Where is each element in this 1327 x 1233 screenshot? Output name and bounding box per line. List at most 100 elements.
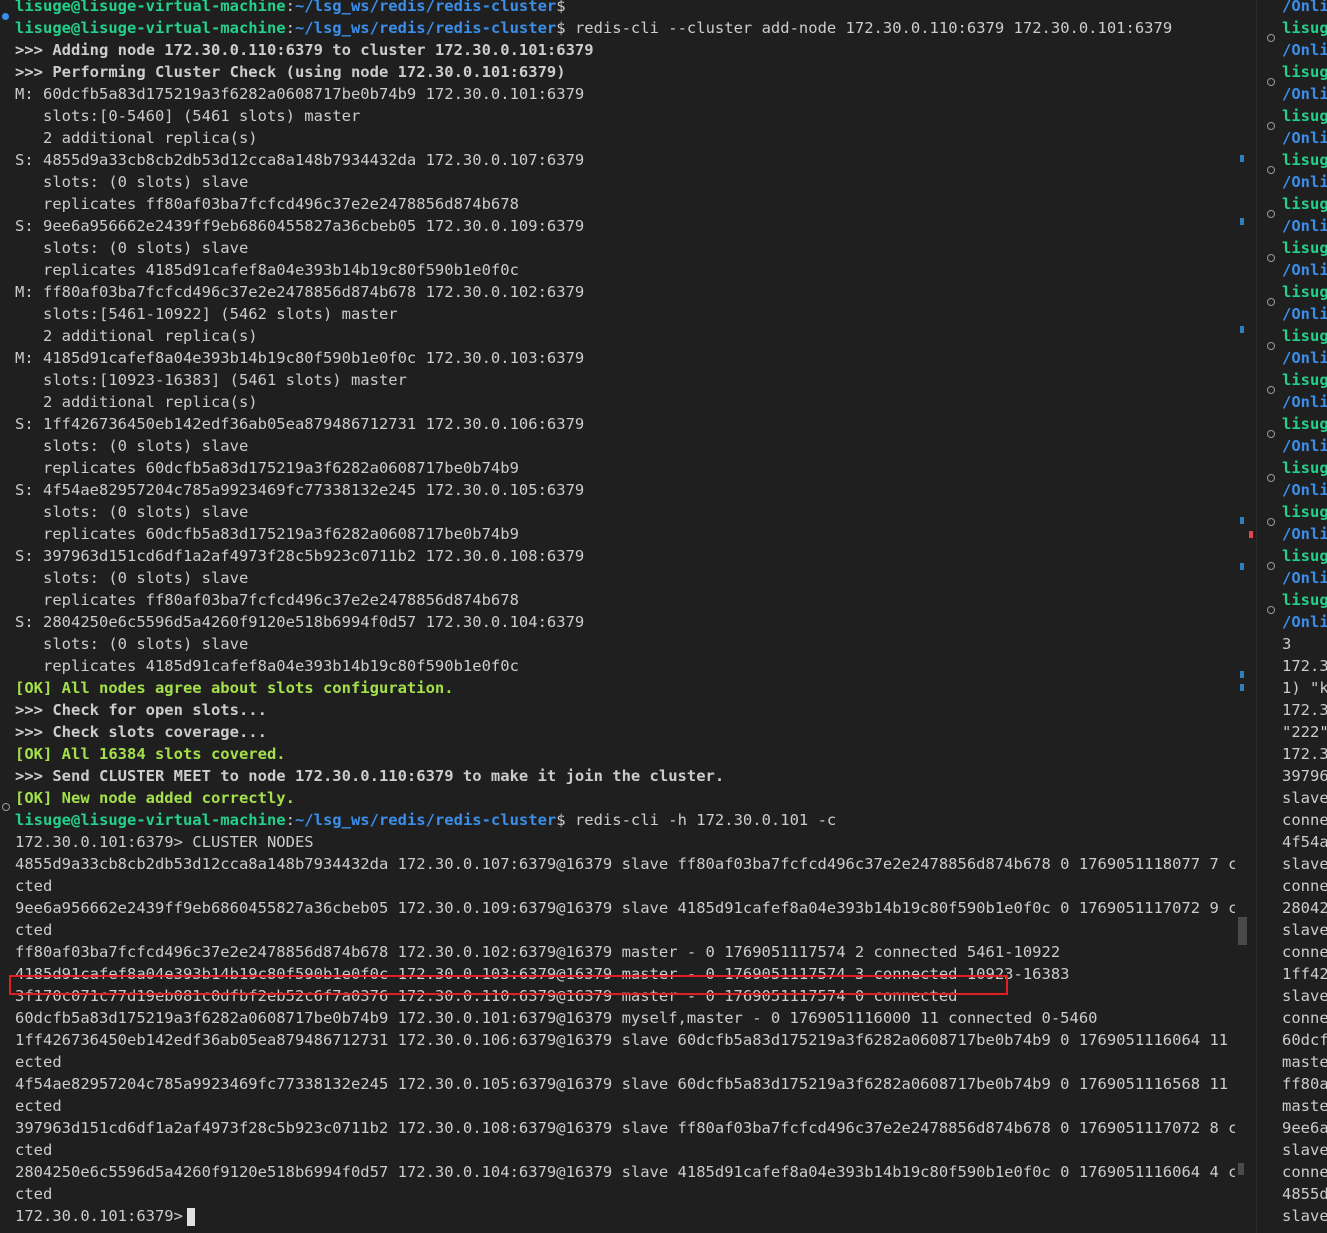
right-pane-line: /Onli bbox=[1282, 569, 1327, 587]
right-pane-line: 9ee6a bbox=[1282, 1119, 1327, 1137]
right-pane-line: /Onli bbox=[1282, 525, 1327, 543]
cluster-check-line: replicates 60dcfb5a83d175219a3f6282a0608… bbox=[15, 525, 519, 543]
right-pane-line: lisug bbox=[1282, 283, 1327, 301]
right-pane-line: 172.3 bbox=[1282, 657, 1327, 675]
right-pane-line: /Onli bbox=[1282, 305, 1327, 323]
cluster-node-row: 4855d9a33cb8cb2db53d12cca8a148b7934432da… bbox=[15, 855, 1235, 873]
scrollbar-thumb[interactable] bbox=[1238, 917, 1247, 945]
right-pane-line: slave bbox=[1282, 921, 1327, 939]
terminal-cursor bbox=[186, 1207, 195, 1226]
command-status-icon[interactable] bbox=[1267, 298, 1275, 306]
terminal-line: >>> Check for open slots... bbox=[15, 701, 267, 719]
command-success-icon[interactable] bbox=[2, 13, 9, 20]
right-pane-line: /Onli bbox=[1282, 261, 1327, 279]
terminal-right-pane[interactable]: /Onli lisug/Onli lisug/Onli lisug/Onli lisug… bbox=[1256, 0, 1327, 1233]
right-pane-line: ff80a bbox=[1282, 1075, 1327, 1093]
cluster-check-line: slots: (0 slots) slave bbox=[15, 635, 249, 653]
right-pane-line: lisug bbox=[1282, 371, 1327, 389]
command-status-icon[interactable] bbox=[1267, 474, 1275, 482]
right-pane-line: slave bbox=[1282, 987, 1327, 1005]
right-pane-line: lisug bbox=[1282, 19, 1327, 37]
cluster-node-row: cted bbox=[15, 1185, 53, 1203]
command-status-icon[interactable] bbox=[1267, 254, 1275, 262]
scroll-marker bbox=[1240, 326, 1244, 333]
right-pane-line: lisug bbox=[1282, 591, 1327, 609]
right-pane-line: /Onli bbox=[1282, 217, 1327, 235]
right-pane-line: /Onli bbox=[1282, 481, 1327, 499]
right-pane-line: 1ff42 bbox=[1282, 965, 1327, 983]
scrollbar-thumb-small[interactable] bbox=[1238, 1163, 1244, 1175]
terminal-line: >>> Check slots coverage... bbox=[15, 723, 267, 741]
right-pane-line: 172.3 bbox=[1282, 745, 1327, 763]
cluster-check-line: S: 9ee6a956662e2439ff9eb6860455827a36cbe… bbox=[15, 217, 585, 235]
right-pane-line: /Onli bbox=[1282, 349, 1327, 367]
command-status-icon[interactable] bbox=[2, 803, 10, 811]
command-status-icon[interactable] bbox=[1267, 518, 1275, 526]
terminal-left-pane[interactable]: lisuge@lisuge-virtual-machine:~/lsg_ws/r… bbox=[0, 0, 1238, 1233]
right-pane-line: lisug bbox=[1282, 327, 1327, 345]
right-pane-line: /Onli bbox=[1282, 173, 1327, 191]
command-status-icon[interactable] bbox=[1267, 562, 1275, 570]
command-status-icon[interactable] bbox=[1267, 166, 1275, 174]
command-status-icon[interactable] bbox=[1267, 122, 1275, 130]
scroll-marker bbox=[1240, 563, 1244, 570]
cluster-check-line: S: 397963d151cd6df1a2af4973f28c5b923c071… bbox=[15, 547, 585, 565]
scroll-marker bbox=[1240, 684, 1244, 691]
right-pane-line: conne bbox=[1282, 811, 1327, 829]
cluster-node-row: 1ff426736450eb142edf36ab05ea879486712731… bbox=[15, 1031, 1235, 1049]
right-pane-line: slave bbox=[1282, 1141, 1327, 1159]
right-pane-line: /Onli bbox=[1282, 437, 1327, 455]
cluster-check-line: replicates 4185d91cafef8a04e393b14b19c80… bbox=[15, 657, 519, 675]
cluster-check-line: S: 4855d9a33cb8cb2db53d12cca8a148b793443… bbox=[15, 151, 585, 169]
command-status-icon[interactable] bbox=[1267, 210, 1275, 218]
terminal-line: lisuge@lisuge-virtual-machine:~/lsg_ws/r… bbox=[15, 0, 566, 15]
terminal-line-ok: [OK] All nodes agree about slots configu… bbox=[15, 679, 454, 697]
terminal-line-cmd1: lisuge@lisuge-virtual-machine:~/lsg_ws/r… bbox=[15, 19, 1173, 37]
command-status-icon[interactable] bbox=[1267, 386, 1275, 394]
cluster-node-row: ected bbox=[15, 1097, 62, 1115]
right-pane-line: conne bbox=[1282, 1009, 1327, 1027]
right-pane-line: lisug bbox=[1282, 195, 1327, 213]
terminal-line-ok: [OK] All 16384 slots covered. bbox=[15, 745, 286, 763]
scroll-marker bbox=[1240, 218, 1244, 225]
right-pane-output: /Onli lisug/Onli lisug/Onli lisug/Onli lisug… bbox=[1282, 0, 1327, 1227]
command-status-icon[interactable] bbox=[1267, 34, 1275, 42]
command-status-icon[interactable] bbox=[1267, 78, 1275, 86]
cluster-node-row: 397963d151cd6df1a2af4973f28c5b923c0711b2… bbox=[15, 1119, 1235, 1137]
cluster-check-line: slots:[5461-10922] (5462 slots) master bbox=[15, 305, 398, 323]
cluster-node-row: 9ee6a956662e2439ff9eb6860455827a36cbeb05… bbox=[15, 899, 1235, 917]
cluster-check-line: slots:[0-5460] (5461 slots) master bbox=[15, 107, 361, 125]
cluster-node-row: ected bbox=[15, 1053, 62, 1071]
cluster-check-line: replicates ff80af03ba7fcfcd496c37e2e2478… bbox=[15, 195, 519, 213]
cluster-check-line: S: 2804250e6c5596d5a4260f9120e518b6994f0… bbox=[15, 613, 585, 631]
cluster-check-line: replicates ff80af03ba7fcfcd496c37e2e2478… bbox=[15, 591, 519, 609]
terminal-scrollbar[interactable] bbox=[1238, 0, 1256, 1233]
terminal-line-cmd2: lisuge@lisuge-virtual-machine:~/lsg_ws/r… bbox=[15, 811, 837, 829]
cluster-check-line: M: ff80af03ba7fcfcd496c37e2e2478856d874b… bbox=[15, 283, 585, 301]
command-status-icon[interactable] bbox=[1267, 430, 1275, 438]
right-pane-line: 4f54a bbox=[1282, 833, 1327, 851]
right-pane-line: lisug bbox=[1282, 63, 1327, 81]
right-pane-line: /Onli bbox=[1282, 41, 1327, 59]
cluster-check-line: M: 60dcfb5a83d175219a3f6282a0608717be0b7… bbox=[15, 85, 585, 103]
right-pane-line: /Onli bbox=[1282, 613, 1327, 631]
right-pane-line: 1) "k bbox=[1282, 679, 1327, 697]
cluster-check-line: S: 4f54ae82957204c785a9923469fc77338132e… bbox=[15, 481, 585, 499]
right-pane-line: maste bbox=[1282, 1097, 1327, 1115]
terminal-line: >>> Send CLUSTER MEET to node 172.30.0.1… bbox=[15, 767, 725, 785]
right-pane-line: /Onli bbox=[1282, 0, 1327, 15]
new-node-highlight-box bbox=[9, 975, 1008, 995]
right-pane-line: lisug bbox=[1282, 459, 1327, 477]
command-status-icon[interactable] bbox=[1267, 606, 1275, 614]
right-pane-line: conne bbox=[1282, 943, 1327, 961]
terminal-final-prompt[interactable]: 172.30.0.101:6379> bbox=[15, 1205, 1235, 1227]
command-status-icon[interactable] bbox=[1267, 342, 1275, 350]
right-pane-line: conne bbox=[1282, 877, 1327, 895]
right-pane-line: 3 bbox=[1282, 635, 1292, 653]
right-pane-line: lisug bbox=[1282, 107, 1327, 125]
right-pane-line: "222" bbox=[1282, 723, 1327, 741]
right-pane-line: /Onli bbox=[1282, 393, 1327, 411]
cluster-check-line: slots: (0 slots) slave bbox=[15, 503, 249, 521]
cluster-check-line: 2 additional replica(s) bbox=[15, 393, 258, 411]
cluster-check-line: M: 4185d91cafef8a04e393b14b19c80f590b1e0… bbox=[15, 349, 585, 367]
